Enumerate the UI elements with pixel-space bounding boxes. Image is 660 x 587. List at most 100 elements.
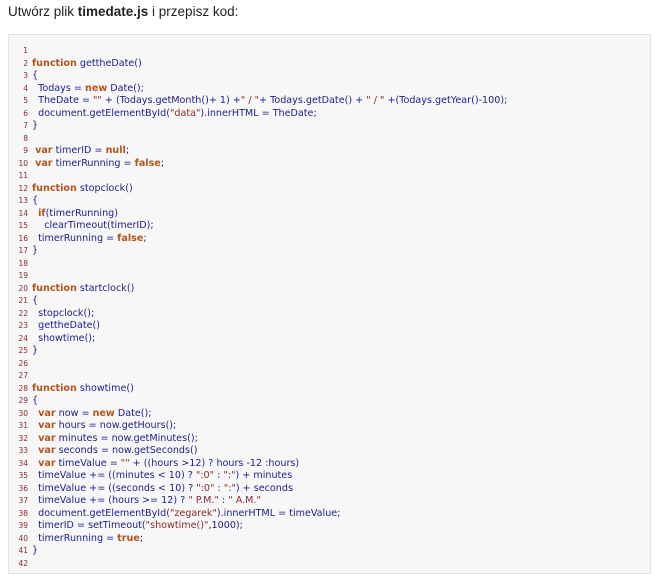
code-line: 22 stopclock(); — [13, 308, 507, 321]
code-text: ) + minutes — [235, 470, 293, 481]
code-text: ; — [143, 232, 147, 244]
code-text: { — [32, 395, 39, 406]
code-text: Date(); — [107, 82, 144, 94]
code-text: timeValue += (hours >= 12) ? — [32, 495, 189, 506]
code-string: " / " — [240, 95, 260, 106]
code-text: ; — [139, 532, 144, 544]
code-string: "" — [120, 457, 130, 469]
code-line: 24 showtime(); — [13, 333, 507, 346]
code-keyword: var — [35, 157, 53, 169]
code-keyword: var — [38, 445, 56, 456]
line-number: 33 — [18, 446, 28, 455]
code-line: 18 — [13, 258, 507, 271]
line-number: 20 — [18, 283, 28, 293]
code-text: } — [32, 120, 39, 131]
code-text: ).innerHTML = TheDate; — [200, 107, 317, 119]
code-text: stopclock(); — [32, 307, 95, 319]
code-line: 39 timerID = setTimeout("showtime()",100… — [13, 520, 507, 533]
code-line: 1 — [13, 45, 507, 58]
line-number: 30 — [18, 408, 28, 418]
line-number: 27 — [18, 371, 28, 380]
code-listing: 1 2 function gettheDate() 3{4 Todays = new … — [13, 45, 507, 570]
code-text: gettheDate() — [76, 57, 142, 69]
line-number: 24 — [18, 333, 28, 343]
code-text: timerRunning = — [32, 532, 118, 544]
line-number: 6 — [23, 108, 28, 118]
code-line: 27 — [13, 370, 507, 383]
code-line: 9 var timerID = null; — [13, 145, 507, 158]
line-number: 40 — [18, 533, 28, 543]
code-text: timerRunning = — [52, 157, 135, 169]
line-number: 9 — [23, 146, 28, 155]
code-line: 28 function showtime() — [13, 383, 507, 396]
line-number: 29 — [18, 396, 28, 405]
code-text: { — [32, 195, 39, 206]
line-number: 15 — [18, 221, 28, 230]
line-number: 1 — [23, 46, 28, 55]
code-line: 7} — [13, 120, 507, 133]
line-number: 19 — [18, 271, 28, 280]
line-number: 35 — [18, 471, 28, 480]
code-string: ":" — [223, 470, 236, 481]
code-keyword: new — [92, 407, 115, 419]
line-number: 36 — [18, 483, 28, 493]
line-number: 8 — [23, 133, 28, 143]
code-keyword: function — [32, 182, 77, 194]
line-number: 31 — [18, 421, 28, 430]
code-line: 3{ — [13, 70, 507, 83]
code-keyword: true — [117, 532, 140, 544]
code-line: 17} — [13, 245, 507, 258]
code-text: } — [32, 245, 39, 256]
code-string: ":" — [223, 482, 236, 494]
code-line: 31 var hours = now.getHours(); — [13, 420, 507, 433]
code-text: timeValue += ((seconds < 10) ? — [32, 482, 197, 494]
code-keyword: function — [32, 57, 77, 69]
code-string: " / " — [366, 95, 385, 106]
code-text: : — [214, 482, 224, 494]
code-keyword: function — [32, 382, 77, 394]
code-keyword: var — [38, 432, 56, 444]
code-keyword: null — [105, 145, 126, 156]
code-text: ).innerHTML = timeValue; — [216, 507, 341, 519]
code-text: timerRunning = — [32, 232, 118, 244]
code-text: now = — [55, 407, 93, 419]
code-string: "showtime()" — [145, 520, 209, 531]
line-number: 18 — [18, 258, 28, 268]
code-line: 15 clearTimeout(timerID); — [13, 220, 507, 233]
line-number: 3 — [23, 71, 28, 80]
line-number: 42 — [18, 558, 28, 568]
line-number: 5 — [23, 96, 28, 105]
line-number: 28 — [18, 383, 28, 393]
code-line: 42 — [13, 558, 507, 571]
code-text: : — [218, 495, 229, 506]
code-line: 16 timerRunning = false; — [13, 233, 507, 246]
code-line: 5 TheDate = "" + (Todays.getMonth()+ 1) … — [13, 95, 507, 108]
code-keyword: var — [38, 407, 56, 419]
code-line: 8 — [13, 133, 507, 146]
line-number: 34 — [18, 458, 28, 468]
line-number: 13 — [18, 196, 28, 205]
code-text: document.getElementById( — [32, 107, 170, 119]
instruction-text: Utwórz plik timedate.js i przepisz kod: — [8, 4, 238, 19]
code-line: 37 timeValue += (hours >= 12) ? " P.M." … — [13, 495, 507, 508]
code-text: timerID = — [52, 145, 106, 156]
code-text: +(Todays.getYear()-100); — [384, 95, 508, 106]
code-line: 2 function gettheDate() — [13, 58, 507, 71]
code-line: 13 { — [13, 195, 507, 208]
code-text: stopclock() — [76, 182, 133, 194]
code-line: 6 document.getElementById("data").innerH… — [13, 108, 507, 121]
code-text: ; — [160, 157, 165, 169]
code-string: ":0" — [195, 470, 215, 481]
line-number: 2 — [23, 58, 28, 68]
code-string: "data" — [169, 107, 201, 119]
code-text: + ((hours >12) ? hours -12 :hours) — [129, 457, 300, 469]
code-keyword: var — [38, 457, 56, 469]
code-string: "" — [93, 95, 102, 106]
code-keyword: var — [38, 420, 56, 431]
code-text: TheDate = — [32, 95, 94, 106]
code-text: clearTimeout(timerID); — [32, 220, 154, 231]
code-keyword: var — [35, 145, 53, 156]
code-block: 1 2 function gettheDate() 3{4 Todays = new … — [8, 34, 651, 574]
code-line: 4 Todays = new Date(); — [13, 83, 507, 96]
code-text: { — [32, 295, 39, 306]
